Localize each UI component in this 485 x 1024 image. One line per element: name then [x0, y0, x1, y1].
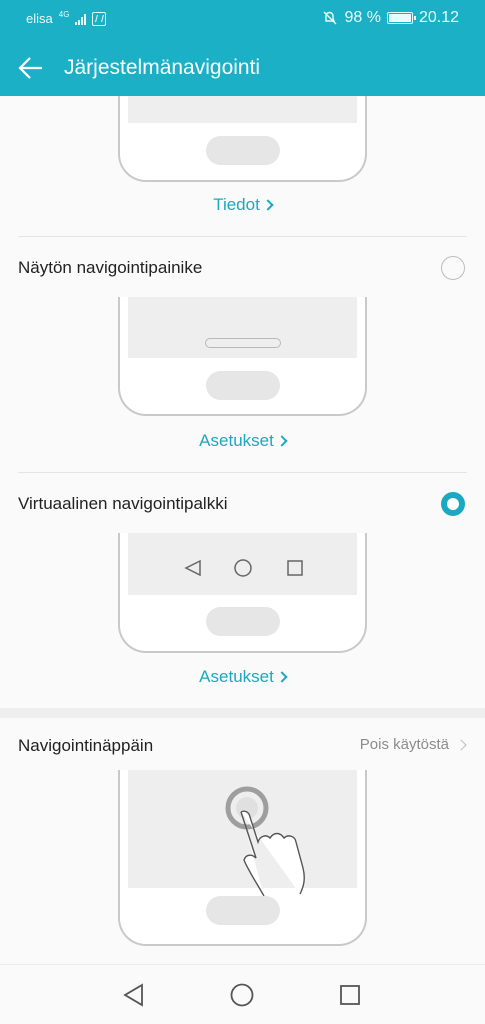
network-type: 4G — [58, 10, 70, 19]
home-button-graphic — [206, 136, 280, 165]
square-recents-icon — [340, 985, 360, 1005]
chevron-right-icon — [276, 671, 288, 683]
virtual-nav-keys-graphic — [184, 559, 303, 577]
nav-dock-status-label: Pois käytöstä — [359, 736, 449, 753]
mute-icon — [323, 11, 337, 25]
pill-bar-graphic — [205, 338, 281, 348]
home-button-graphic — [206, 607, 280, 636]
settings-link-label: Asetukset — [199, 667, 274, 686]
settings-link-virtual-bar[interactable]: Asetukset — [0, 667, 485, 687]
phone-screen — [128, 297, 357, 358]
app-bar: Järjestelmänavigointi — [0, 40, 485, 96]
section-separator — [0, 708, 485, 718]
status-right: 98 % 20.12 — [322, 9, 459, 27]
home-button-graphic — [206, 896, 280, 925]
chevron-right-icon — [276, 435, 288, 447]
status-bar: elisa 4G 98 % 20.12 — [0, 0, 485, 40]
option-label-nav-dock: Navigointinäppäin — [18, 736, 154, 755]
clock: 20.12 — [418, 9, 459, 26]
system-navigation-bar — [0, 964, 485, 1024]
nav-back-button[interactable] — [121, 982, 147, 1008]
three-key-phone-illustration — [118, 297, 367, 416]
virtual-bar-phone-illustration — [118, 533, 367, 653]
chevron-right-icon — [455, 738, 467, 751]
battery-percent: 98 % — [344, 9, 381, 26]
phone-screen — [128, 96, 357, 123]
nav-dock-status[interactable]: Pois käytöstä — [359, 736, 467, 753]
battery-icon — [386, 12, 416, 24]
chevron-right-icon — [262, 199, 274, 211]
phone-screen — [128, 533, 357, 595]
status-left: elisa 4G — [26, 10, 107, 26]
settings-link-three-key[interactable]: Asetukset — [0, 431, 485, 451]
divider — [18, 236, 467, 237]
circle-home-icon — [234, 559, 252, 577]
square-recents-icon — [287, 560, 303, 576]
gesture-phone-illustration — [118, 96, 367, 182]
option-label-three-key: Näytön navigointipainike — [18, 258, 203, 277]
back-arrow-icon — [18, 57, 42, 79]
nfc-icon — [92, 11, 107, 26]
divider — [18, 472, 467, 473]
circle-home-icon — [230, 983, 254, 1007]
settings-content[interactable]: Tiedot Näytön navigointipainike Asetukse… — [0, 96, 485, 964]
triangle-back-icon — [184, 559, 201, 577]
carrier-label: elisa — [26, 11, 53, 26]
triangle-back-icon — [123, 983, 143, 1007]
radio-three-key[interactable] — [441, 256, 465, 280]
nav-home-button[interactable] — [229, 982, 255, 1008]
radio-virtual-bar[interactable] — [441, 492, 465, 516]
back-button[interactable] — [16, 54, 46, 82]
phone-screen — [128, 770, 357, 897]
page-title: Järjestelmänavigointi — [64, 56, 261, 79]
settings-link-label: Asetukset — [199, 431, 274, 450]
details-link-label: Tiedot — [213, 195, 260, 214]
nav-recents-button[interactable] — [337, 982, 363, 1008]
option-label-virtual-bar: Virtuaalinen navigointipalkki — [18, 494, 228, 513]
details-link[interactable]: Tiedot — [0, 195, 485, 215]
nav-dock-phone-illustration — [118, 770, 367, 946]
home-button-graphic — [206, 371, 280, 400]
signal-icon — [75, 13, 87, 25]
